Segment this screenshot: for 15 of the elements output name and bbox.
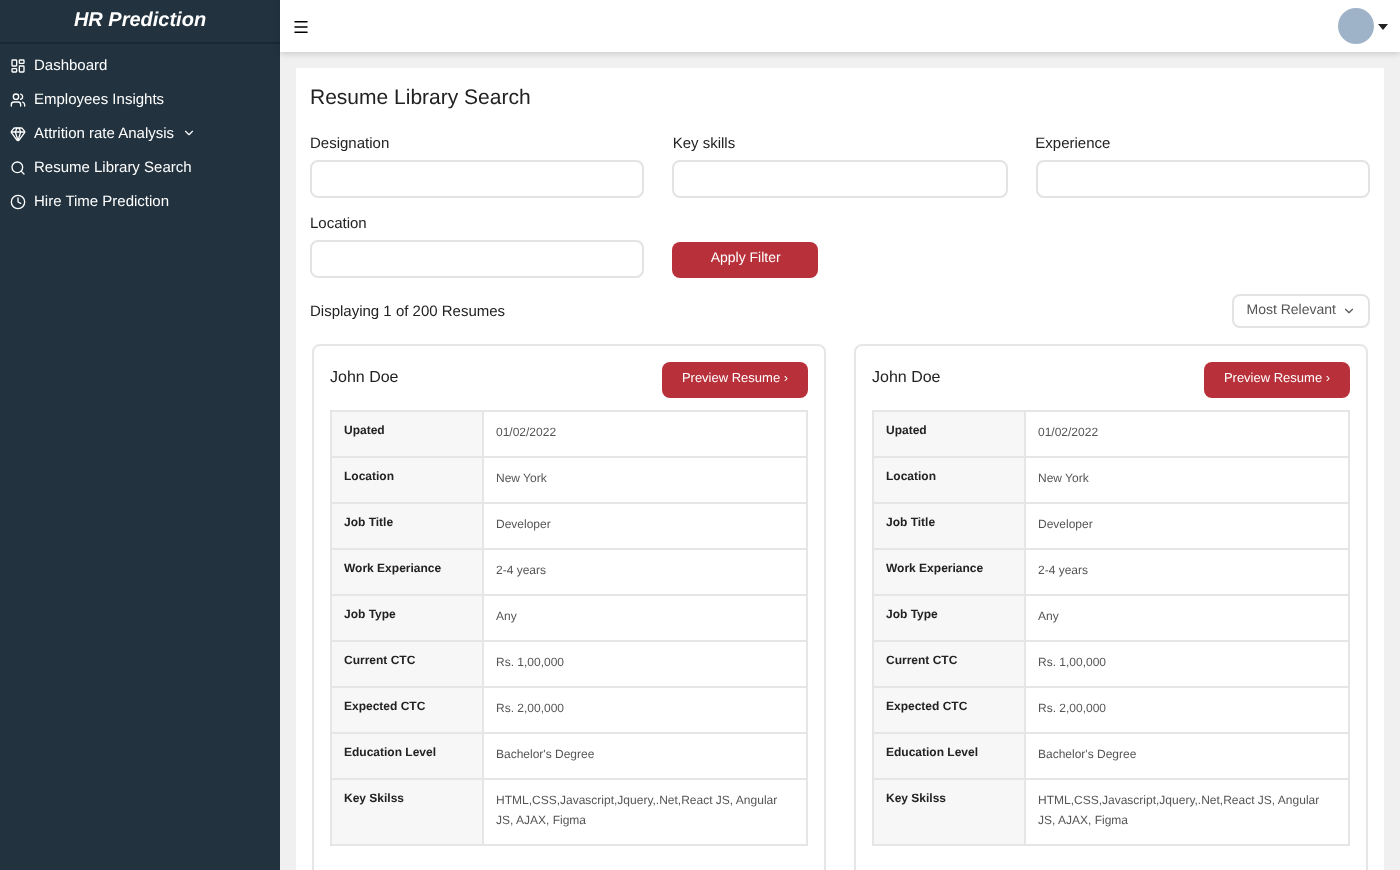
caret-icon — [1342, 304, 1356, 319]
caret-icon[interactable] — [1378, 23, 1388, 29]
menu-icon[interactable] — [292, 17, 310, 35]
clock-icon — [10, 193, 26, 209]
diamond-icon — [10, 125, 26, 141]
page-title: Resume Library Search — [310, 84, 533, 114]
search-icon — [10, 159, 26, 175]
filter-input[interactable] — [672, 160, 1008, 198]
candidate-name: John Doe — [872, 366, 941, 391]
candidate-name: John Doe — [330, 366, 399, 391]
dashboard-icon — [10, 57, 26, 73]
filter-input[interactable] — [310, 160, 645, 198]
filter-input[interactable] — [310, 240, 645, 279]
filter-input[interactable] — [1035, 160, 1370, 198]
people-icon — [10, 91, 26, 107]
